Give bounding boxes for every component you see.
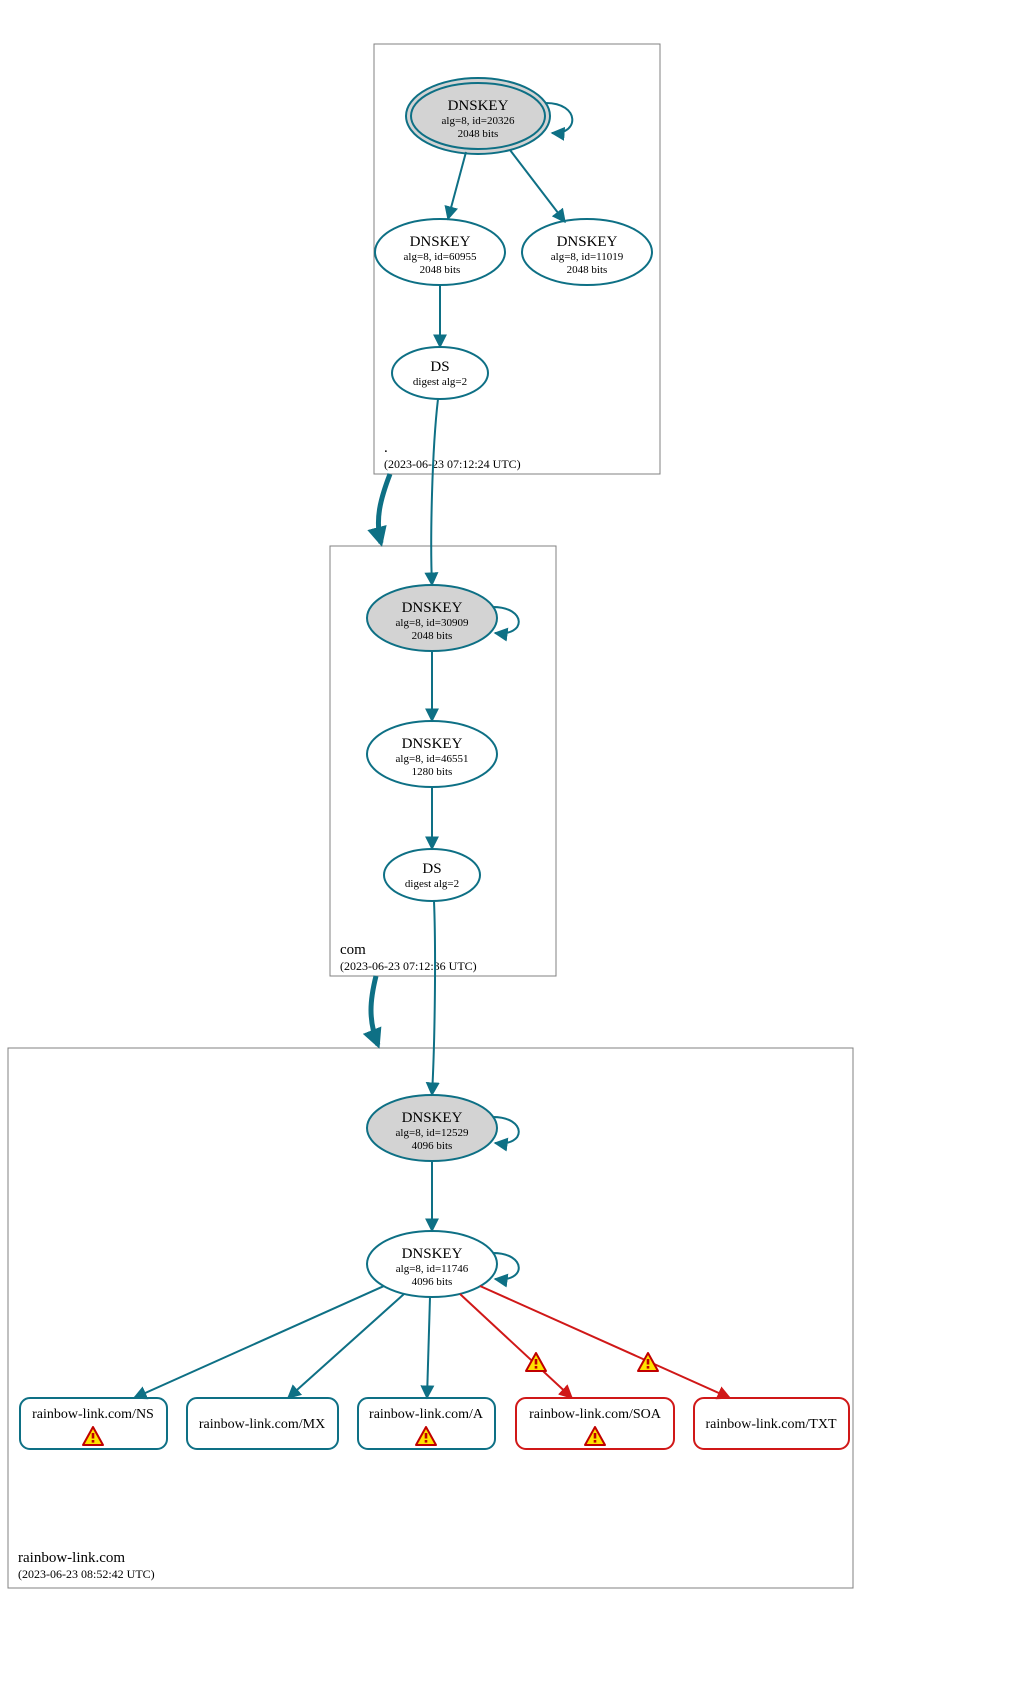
edge-root-com-thick: [378, 474, 390, 543]
svg-text:2048 bits: 2048 bits: [420, 264, 461, 276]
node-com-ds: DS digest alg=2: [384, 849, 480, 901]
record-ns: rainbow-link.com/NS: [20, 1398, 167, 1449]
zone-label-root: .: [384, 440, 388, 456]
svg-text:alg=8, id=60955: alg=8, id=60955: [404, 251, 477, 263]
svg-text:DS: DS: [430, 359, 449, 375]
svg-text:2048 bits: 2048 bits: [412, 630, 453, 642]
edge-rootds-comksk: [431, 399, 438, 585]
node-dom-ksk: DNSKEY alg=8, id=12529 4096 bits: [367, 1095, 497, 1161]
svg-text:DS: DS: [422, 861, 441, 877]
svg-text:alg=8, id=11019: alg=8, id=11019: [551, 251, 624, 263]
zone-ts-root: (2023-06-23 07:12:24 UTC): [384, 457, 521, 471]
svg-text:alg=8, id=11746: alg=8, id=11746: [396, 1263, 469, 1275]
record-txt: rainbow-link.com/TXT: [694, 1398, 849, 1449]
node-root-ds: DS digest alg=2: [392, 347, 488, 399]
edge-zsk-ns: [134, 1286, 384, 1398]
svg-text:rainbow-link.com/TXT: rainbow-link.com/TXT: [705, 1417, 836, 1432]
record-a: rainbow-link.com/A: [358, 1398, 495, 1449]
svg-text:DNSKEY: DNSKEY: [402, 736, 463, 752]
zone-ts-domain: (2023-06-23 08:52:42 UTC): [18, 1567, 155, 1581]
svg-text:DNSKEY: DNSKEY: [557, 234, 618, 250]
svg-text:4096 bits: 4096 bits: [412, 1276, 453, 1288]
edge-rootksk-zsk1: [448, 152, 466, 219]
edge-zsk-a: [427, 1297, 430, 1398]
svg-text:2048 bits: 2048 bits: [567, 264, 608, 276]
zone-label-com: com: [340, 942, 366, 958]
node-root-zsk2: DNSKEY alg=8, id=11019 2048 bits: [522, 219, 652, 285]
svg-text:rainbow-link.com/MX: rainbow-link.com/MX: [199, 1417, 325, 1432]
edge-zsk-mx: [288, 1294, 404, 1398]
edge-zsk-txt: [480, 1286, 730, 1398]
edge-zsk-soa: [460, 1294, 572, 1398]
svg-text:alg=8, id=20326: alg=8, id=20326: [442, 115, 515, 127]
svg-text:4096 bits: 4096 bits: [412, 1140, 453, 1152]
svg-text:rainbow-link.com/SOA: rainbow-link.com/SOA: [529, 1407, 662, 1422]
svg-text:DNSKEY: DNSKEY: [448, 98, 509, 114]
svg-text:alg=8, id=46551: alg=8, id=46551: [396, 753, 469, 765]
record-soa: rainbow-link.com/SOA: [516, 1398, 674, 1449]
zone-ts-com: (2023-06-23 07:12:36 UTC): [340, 959, 477, 973]
svg-text:rainbow-link.com/A: rainbow-link.com/A: [369, 1407, 484, 1422]
svg-text:rainbow-link.com/NS: rainbow-link.com/NS: [32, 1407, 154, 1422]
svg-text:1280 bits: 1280 bits: [412, 766, 453, 778]
edge-com-dom-thick: [371, 976, 378, 1045]
edge-comds-domksk: [432, 901, 435, 1095]
svg-text:DNSKEY: DNSKEY: [402, 600, 463, 616]
node-root-zsk1: DNSKEY alg=8, id=60955 2048 bits: [375, 219, 505, 285]
svg-text:alg=8, id=12529: alg=8, id=12529: [396, 1127, 469, 1139]
record-mx: rainbow-link.com/MX: [187, 1398, 338, 1449]
node-dom-zsk: DNSKEY alg=8, id=11746 4096 bits: [367, 1231, 497, 1297]
svg-text:2048 bits: 2048 bits: [458, 128, 499, 140]
svg-text:DNSKEY: DNSKEY: [402, 1246, 463, 1262]
svg-text:DNSKEY: DNSKEY: [410, 234, 471, 250]
edge-rootksk-zsk2: [510, 150, 565, 222]
warning-icon: [526, 1353, 546, 1371]
warning-icon: [638, 1353, 658, 1371]
node-com-zsk: DNSKEY alg=8, id=46551 1280 bits: [367, 721, 497, 787]
svg-text:digest alg=2: digest alg=2: [405, 878, 459, 890]
svg-text:digest alg=2: digest alg=2: [413, 376, 467, 388]
node-com-ksk: DNSKEY alg=8, id=30909 2048 bits: [367, 585, 497, 651]
svg-text:DNSKEY: DNSKEY: [402, 1110, 463, 1126]
node-root-ksk: DNSKEY alg=8, id=20326 2048 bits: [406, 78, 550, 154]
svg-text:alg=8, id=30909: alg=8, id=30909: [396, 617, 469, 629]
zone-label-domain: rainbow-link.com: [18, 1550, 125, 1566]
